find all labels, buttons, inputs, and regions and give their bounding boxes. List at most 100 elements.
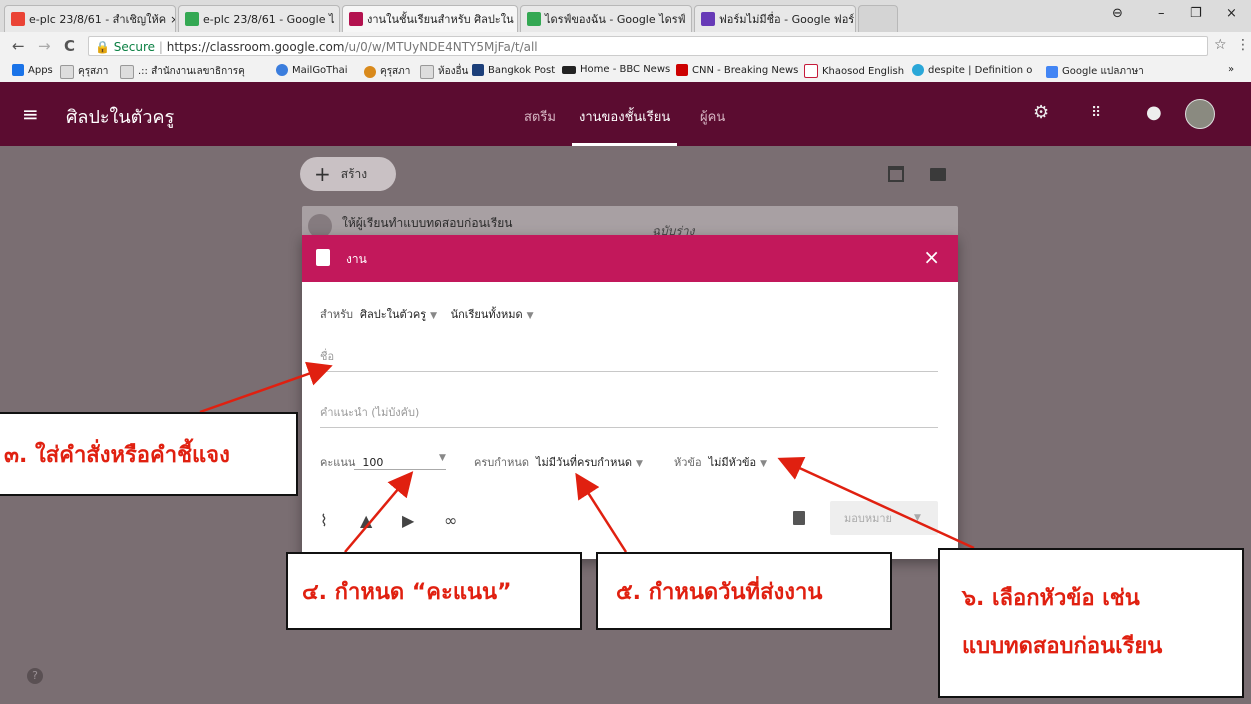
- chevron-down-icon[interactable]: ▼: [430, 311, 437, 321]
- chevron-down-icon[interactable]: ▼: [636, 459, 643, 469]
- bbc-icon: [562, 65, 576, 74]
- create-label: สร้าง: [340, 166, 368, 181]
- topic-value[interactable]: ไม่มีหัวข้อ: [709, 456, 757, 469]
- tab-close-icon[interactable]: ×: [166, 13, 175, 26]
- due-value[interactable]: ไม่มีวันที่ครบกำหนด: [536, 456, 632, 469]
- lock-icon: 🔒: [95, 40, 110, 54]
- browser-tab-google-forms[interactable]: ฟอร์มไม่มีชื่อ - Google ฟอร์ ×: [694, 5, 856, 32]
- browser-tab-gmail[interactable]: e-plc 23/8/61 - สำเชิญให้ค ×: [4, 5, 176, 32]
- bookmark-item[interactable]: Bangkok Post: [472, 64, 555, 76]
- page-icon: [120, 64, 134, 79]
- tab-close-icon[interactable]: ×: [335, 13, 340, 26]
- browser-tab-google-drive-1[interactable]: e-plc 23/8/61 - Google ไ ×: [178, 5, 340, 32]
- due-date-field[interactable]: ครบกำหนด ไม่มีวันที่ครบกำหนด ▼: [474, 453, 653, 471]
- close-window-button[interactable]: ×: [1226, 6, 1237, 21]
- bookmark-item[interactable]: Khaosod English: [804, 64, 904, 78]
- youtube-icon[interactable]: ▶: [402, 511, 414, 530]
- tab-close-icon[interactable]: ×: [514, 13, 517, 26]
- hamburger-menu-icon[interactable]: ≡: [22, 102, 39, 126]
- cnn-icon: [676, 64, 688, 76]
- students-select[interactable]: นักเรียนทั้งหมด: [451, 308, 523, 321]
- classroom-icon: [349, 12, 363, 26]
- paperclip-icon[interactable]: ⌇: [320, 511, 328, 530]
- browser-menu-icon[interactable]: ⋮: [1236, 37, 1250, 53]
- bookmark-apps[interactable]: Apps: [12, 64, 53, 76]
- assign-button[interactable]: มอบหมาย ▼: [830, 501, 938, 535]
- tab-label: ฟอร์มไม่มีชื่อ - Google ฟอร์: [719, 13, 855, 26]
- help-icon[interactable]: ?: [27, 668, 43, 684]
- callout-step-6: ๖. เลือกหัวข้อ เช่น แบบทดสอบก่อนเรียน: [938, 548, 1244, 698]
- browser-tab-google-drive-2[interactable]: ไดรฟ์ของฉัน - Google ไดรฟ์ ×: [520, 5, 692, 32]
- forward-icon[interactable]: →: [38, 37, 51, 55]
- browser-tab-strip: e-plc 23/8/61 - สำเชิญให้ค × e-plc 23/8/…: [0, 0, 1251, 32]
- tab-close-icon[interactable]: ×: [686, 13, 691, 26]
- assignment-dialog: งาน × สำหรับ ศิลปะในตัวครู ▼ นักเรียนทั้ง…: [302, 235, 958, 559]
- close-icon[interactable]: ×: [923, 245, 940, 269]
- url-field[interactable]: 🔒 Secure | https://classroom.google.com/…: [88, 36, 1208, 56]
- bookmark-item[interactable]: ห้องอื่น: [420, 64, 468, 79]
- kurusapa-icon: [364, 65, 376, 78]
- points-label: คะแนน: [320, 456, 356, 469]
- callout-step-5: ๕. กำหนดวันที่ส่งงาน: [596, 552, 892, 630]
- secure-label: Secure: [113, 40, 156, 54]
- bookmark-item[interactable]: MailGoThai: [276, 64, 348, 76]
- plus-icon: +: [314, 162, 331, 186]
- for-label: สำหรับ: [320, 308, 354, 321]
- callout-step-4: ๔. กำหนด “คะแนน”: [286, 552, 582, 630]
- bookmarks-more-icon[interactable]: »: [1228, 64, 1234, 75]
- chevron-down-icon[interactable]: ▼: [439, 453, 446, 463]
- chevron-down-icon[interactable]: ▼: [914, 513, 921, 523]
- address-bar-row: ← → C 🔒 Secure | https://classroom.googl…: [0, 32, 1251, 61]
- calendar-icon[interactable]: [888, 166, 904, 182]
- tab-classwork[interactable]: งานของชั้นเรียน: [579, 106, 670, 127]
- tab-label: e-plc 23/8/61 - Google ไ: [203, 13, 335, 26]
- bookmark-item[interactable]: คุรุสภา: [60, 64, 108, 79]
- link-icon[interactable]: ∞: [444, 511, 457, 530]
- new-tab-button[interactable]: [858, 5, 898, 32]
- bookmark-item[interactable]: .:: สำนักงานเลขาธิการคุ: [120, 64, 245, 79]
- dictionary-icon: [912, 64, 924, 76]
- topic-field[interactable]: หัวข้อ ไม่มีหัวข้อ ▼: [674, 453, 777, 471]
- chevron-down-icon[interactable]: ▼: [760, 459, 767, 469]
- dialog-title: งาน: [346, 252, 367, 266]
- instructions-input[interactable]: คำแนะนำ (ไม่บังคับ): [320, 403, 938, 428]
- google-translate-icon: [1046, 65, 1058, 78]
- tab-stream[interactable]: สตรีม: [524, 106, 556, 127]
- bookmark-item[interactable]: despite | Definition o: [912, 64, 1032, 76]
- topic-label: หัวข้อ: [674, 456, 702, 469]
- drive-icon: [185, 12, 199, 26]
- trash-icon[interactable]: [793, 511, 805, 525]
- folder-icon[interactable]: [930, 168, 946, 181]
- tab-close-icon[interactable]: ×: [854, 13, 855, 26]
- chevron-down-icon[interactable]: ▼: [527, 311, 534, 321]
- notifications-icon[interactable]: ●: [1146, 102, 1162, 123]
- apps-grid-icon[interactable]: ⠿: [1091, 105, 1101, 121]
- account-icon[interactable]: ⊖: [1112, 6, 1123, 21]
- clipboard-icon: [316, 249, 330, 266]
- bookmark-item[interactable]: CNN - Breaking News: [676, 64, 798, 76]
- star-icon[interactable]: ☆: [1214, 37, 1227, 53]
- minimize-button[interactable]: –: [1158, 6, 1165, 21]
- class-name[interactable]: ศิลปะในตัวครู: [66, 102, 174, 131]
- apps-grid-icon: [12, 64, 24, 76]
- back-icon[interactable]: ←: [12, 37, 25, 55]
- title-input[interactable]: ชื่อ: [320, 347, 938, 372]
- browser-tab-classroom[interactable]: งานในชั้นเรียนสำหรับ ศิลปะใน ×: [342, 5, 518, 32]
- tab-people[interactable]: ผู้คน: [700, 106, 725, 127]
- class-select[interactable]: ศิลปะในตัวครู: [360, 308, 426, 321]
- gmail-icon: [11, 12, 25, 26]
- google-drive-icon[interactable]: ▲: [360, 511, 372, 530]
- tab-label: งานในชั้นเรียนสำหรับ ศิลปะใน: [367, 13, 514, 26]
- bookmark-item[interactable]: คุรุสภา: [364, 64, 410, 79]
- gear-icon[interactable]: ⚙: [1033, 102, 1049, 123]
- bookmark-item[interactable]: Home - BBC News: [562, 64, 670, 75]
- mailgothai-icon: [276, 64, 288, 76]
- for-row: สำหรับ ศิลปะในตัวครู ▼ นักเรียนทั้งหมด ▼: [320, 305, 544, 323]
- page-icon: [420, 64, 434, 79]
- maximize-button[interactable]: ❐: [1190, 6, 1202, 21]
- bookmark-item[interactable]: Google แปลภาษา: [1046, 64, 1144, 79]
- create-button[interactable]: + สร้าง: [300, 157, 396, 191]
- reload-icon[interactable]: C: [64, 37, 75, 55]
- points-value[interactable]: 100: [362, 456, 383, 469]
- avatar[interactable]: [1185, 99, 1215, 129]
